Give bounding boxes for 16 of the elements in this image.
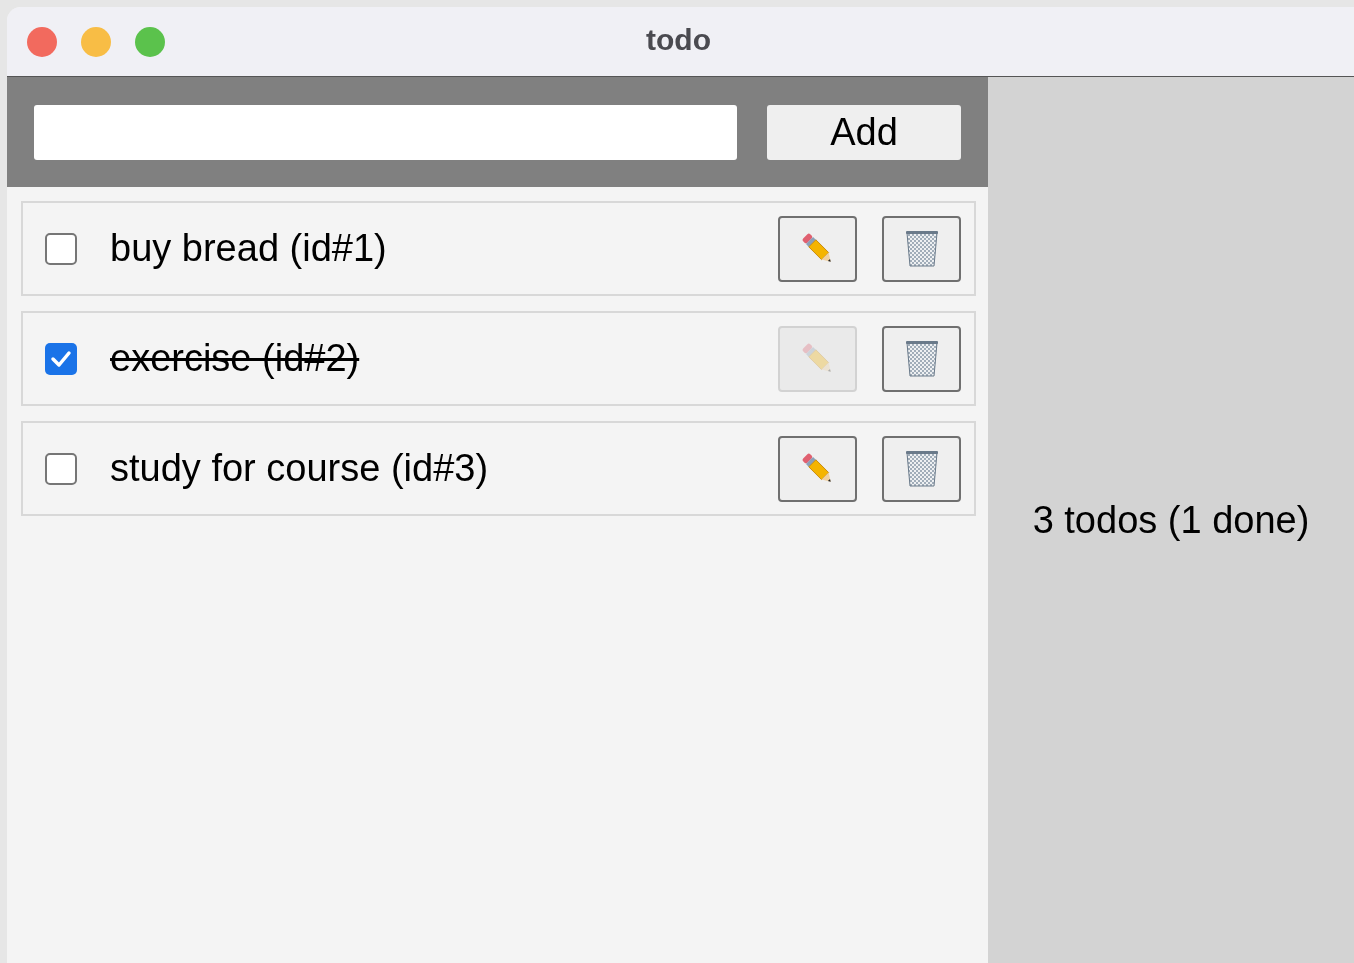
- add-button[interactable]: Add: [767, 104, 961, 160]
- todo-label: exercise (id#2): [110, 336, 360, 381]
- todo-label: buy bread (id#1): [110, 226, 387, 271]
- new-todo-field[interactable]: [34, 104, 737, 160]
- edit-button[interactable]: [778, 215, 857, 282]
- checkbox[interactable]: [45, 232, 77, 265]
- edit-button[interactable]: [778, 435, 857, 502]
- close-button[interactable]: [27, 26, 57, 57]
- delete-button[interactable]: [882, 435, 961, 502]
- checkbox[interactable]: [45, 342, 77, 375]
- delete-button[interactable]: [882, 325, 961, 392]
- delete-button[interactable]: [882, 215, 961, 282]
- todo-label: study for course (id#3): [110, 446, 489, 491]
- summary-text: 3 todos (1 done): [1032, 497, 1310, 543]
- window-title: todo: [646, 25, 711, 55]
- checkbox[interactable]: [45, 452, 77, 485]
